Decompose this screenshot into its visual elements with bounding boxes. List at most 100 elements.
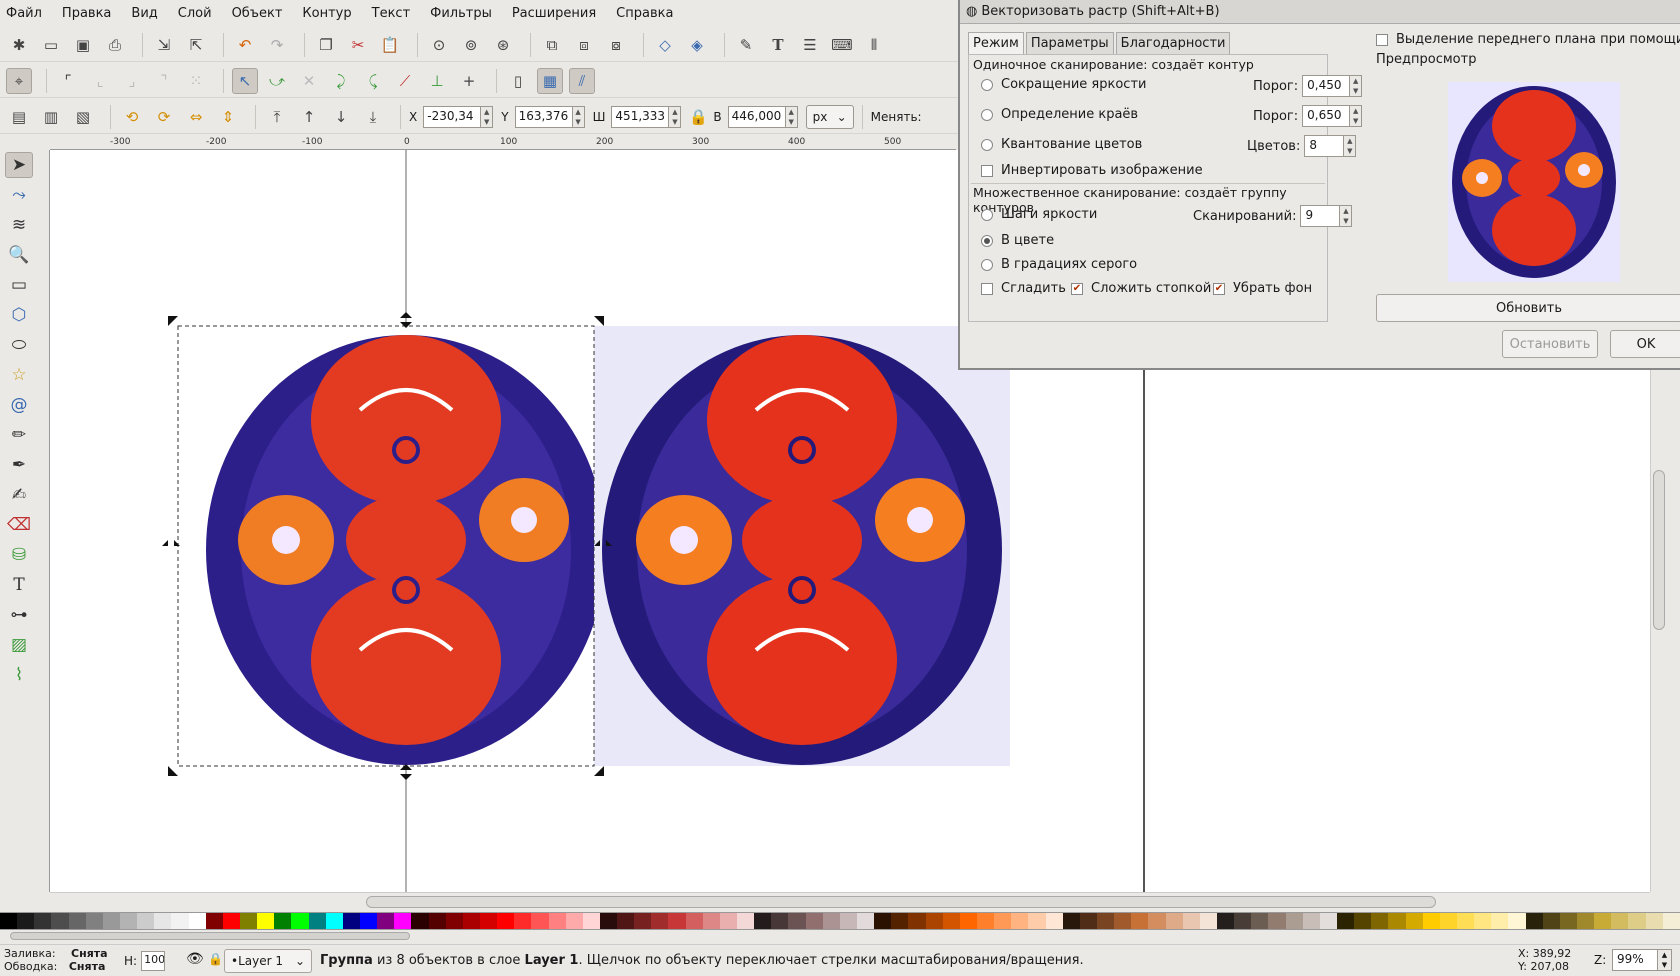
- palette-swatch[interactable]: [1662, 913, 1680, 929]
- palette-swatch[interactable]: [839, 913, 858, 929]
- ungroup-icon[interactable]: ◈: [684, 32, 710, 58]
- palette-swatch[interactable]: [445, 913, 463, 929]
- stack-checkbox[interactable]: ✔: [1071, 282, 1083, 295]
- palette-swatch[interactable]: [1199, 913, 1217, 929]
- menu-filters[interactable]: Фильтры: [430, 6, 492, 21]
- bucket-tool-icon[interactable]: ⛁: [5, 542, 33, 568]
- menu-view[interactable]: Вид: [131, 6, 157, 21]
- snap-midpoints-icon[interactable]: ⟋: [392, 68, 418, 94]
- lower-icon[interactable]: ↓: [328, 104, 354, 130]
- palette-swatch[interactable]: [1011, 913, 1029, 929]
- redo-icon[interactable]: ↷: [264, 32, 290, 58]
- palette-swatch[interactable]: [205, 913, 223, 929]
- grays-option[interactable]: В градациях серого: [981, 257, 1137, 272]
- dropper-tool-icon[interactable]: ⌇: [5, 662, 33, 688]
- original-bitmap[interactable]: [594, 326, 1010, 766]
- snap-center-icon[interactable]: ⊥: [424, 68, 450, 94]
- palette-swatch[interactable]: [1405, 913, 1423, 929]
- tab-options[interactable]: Параметры: [1025, 32, 1114, 54]
- palette-swatch[interactable]: [1114, 913, 1132, 929]
- snap-bbox-center-icon[interactable]: ⁙: [183, 68, 209, 94]
- palette-swatch[interactable]: [1611, 913, 1629, 929]
- print-icon[interactable]: ⎙: [102, 32, 128, 58]
- raise-top-icon[interactable]: ⤒: [264, 104, 290, 130]
- palette-swatch[interactable]: [548, 913, 566, 929]
- palette-swatch[interactable]: [719, 913, 738, 929]
- menu-object[interactable]: Объект: [232, 6, 283, 21]
- palette-swatch[interactable]: [565, 913, 583, 929]
- palette-swatch[interactable]: [1371, 913, 1389, 929]
- palette-swatch[interactable]: [497, 913, 515, 929]
- palette-swatch[interactable]: [531, 913, 549, 929]
- deselect-icon[interactable]: ▧: [70, 104, 96, 130]
- x-spinner[interactable]: ▲ ▼: [481, 105, 494, 128]
- palette-swatch[interactable]: [1336, 913, 1355, 929]
- snap-smooth-icon[interactable]: ⤹: [360, 68, 386, 94]
- palette-swatch[interactable]: [291, 913, 309, 929]
- align-icon[interactable]: ⫴: [861, 32, 887, 58]
- colors-count-spinner[interactable]: ▲ ▼: [1344, 135, 1357, 157]
- unlink-clone-icon[interactable]: ⧇: [603, 32, 629, 58]
- palette-swatch[interactable]: [188, 913, 206, 929]
- star-tool-icon[interactable]: ☆: [5, 362, 33, 388]
- cut-icon[interactable]: ✂: [345, 32, 371, 58]
- stack-option[interactable]: ✔ Сложить стопкой: [1071, 281, 1211, 296]
- foreground-checkbox[interactable]: [1376, 33, 1388, 46]
- palette-swatch[interactable]: [737, 913, 755, 929]
- palette-swatch[interactable]: [394, 913, 412, 929]
- palette-swatch[interactable]: [599, 913, 618, 929]
- palette-swatch[interactable]: [1388, 913, 1406, 929]
- palette-swatch[interactable]: [1354, 913, 1372, 929]
- color-palette[interactable]: [0, 912, 1680, 930]
- palette-swatch[interactable]: [788, 913, 806, 929]
- paste-icon[interactable]: 📋: [377, 32, 403, 58]
- layer-select[interactable]: •Layer 1 ⌄: [224, 949, 312, 973]
- colors-count-input[interactable]: 8: [1304, 135, 1345, 157]
- zoom-selection-icon[interactable]: ⊙: [426, 32, 452, 58]
- selector-tool-icon[interactable]: ➤: [5, 152, 33, 178]
- palette-swatch[interactable]: [171, 913, 189, 929]
- brightness-radio[interactable]: [981, 78, 993, 91]
- opacity-input[interactable]: 100: [141, 951, 166, 971]
- palette-swatch[interactable]: [377, 913, 395, 929]
- steps-radio[interactable]: [981, 208, 993, 221]
- clone-icon[interactable]: ⧈: [571, 32, 597, 58]
- export-icon[interactable]: ⇱: [183, 32, 209, 58]
- palette-swatch[interactable]: [85, 913, 103, 929]
- palette-swatch[interactable]: [479, 913, 498, 929]
- palette-swatch[interactable]: [1628, 913, 1646, 929]
- palette-swatch[interactable]: [822, 913, 840, 929]
- zoom-drawing-icon[interactable]: ⊚: [458, 32, 484, 58]
- spiral-tool-icon[interactable]: @: [5, 392, 33, 418]
- remove-background-option[interactable]: ✔ Убрать фон: [1213, 281, 1312, 296]
- tab-mode[interactable]: Режим: [968, 32, 1024, 54]
- eraser-tool-icon[interactable]: ⌫: [5, 512, 33, 538]
- horizontal-scrollbar[interactable]: [50, 892, 1650, 910]
- palette-swatch[interactable]: [1645, 913, 1663, 929]
- edges-radio[interactable]: [981, 108, 993, 121]
- palette-swatch[interactable]: [1079, 913, 1097, 929]
- palette-swatch[interactable]: [1525, 913, 1543, 929]
- snap-nodes-icon[interactable]: ↖: [232, 67, 258, 94]
- palette-swatch[interactable]: [428, 913, 446, 929]
- palette-swatch[interactable]: [1165, 913, 1183, 929]
- palette-swatch[interactable]: [1268, 913, 1286, 929]
- unit-select[interactable]: px ⌄: [805, 104, 854, 129]
- stop-button[interactable]: Остановить: [1502, 330, 1598, 358]
- palette-swatch[interactable]: [634, 913, 652, 929]
- snap-rotation-icon[interactable]: +: [456, 68, 482, 94]
- menu-path[interactable]: Контур: [302, 6, 351, 21]
- palette-swatch[interactable]: [1439, 913, 1457, 929]
- x-input[interactable]: -230,34: [423, 105, 482, 128]
- palette-swatch[interactable]: [1422, 913, 1440, 929]
- lock-proportions-icon[interactable]: 🔒: [689, 104, 708, 130]
- palette-swatch[interactable]: [1542, 913, 1560, 929]
- pencil-tool-icon[interactable]: ✏: [5, 422, 33, 448]
- palette-swatch[interactable]: [1508, 913, 1526, 929]
- palette-swatch[interactable]: [668, 913, 686, 929]
- palette-swatch[interactable]: [274, 913, 292, 929]
- palette-swatch[interactable]: [137, 913, 155, 929]
- palette-scrollbar[interactable]: [0, 930, 1680, 942]
- text-font-icon[interactable]: T: [765, 32, 791, 58]
- palette-swatch[interactable]: [942, 913, 960, 929]
